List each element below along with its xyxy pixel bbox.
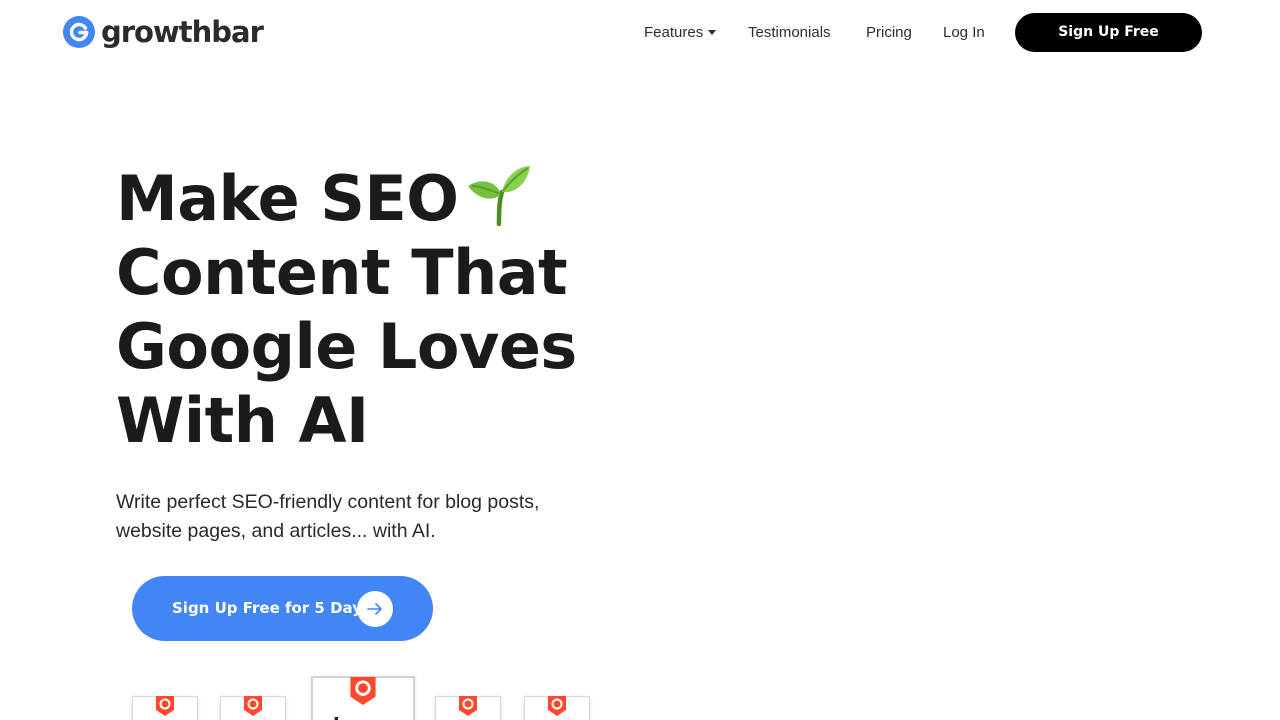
g2-badge-icon (350, 677, 376, 705)
hero-title-line-1: Make SEO (116, 162, 636, 236)
g2-badge (524, 696, 590, 720)
hero-title: Make SEO Content That Google Loves With … (116, 162, 636, 458)
nav-features-label: Features (644, 24, 704, 41)
g2-badge-icon (244, 696, 262, 716)
hero-subtitle: Write perfect SEO-friendly content for b… (116, 491, 540, 542)
caret-down-icon (708, 30, 717, 35)
hero-title-line-4: With AI (116, 384, 369, 457)
cta-signup-button[interactable]: Sign Up Free for 5 Days (132, 576, 433, 641)
g2-badge-icon (548, 696, 566, 716)
site-header: growthbar Features Testimonials Pricing … (0, 0, 1280, 66)
nav-pricing[interactable]: Pricing (866, 24, 912, 42)
nav-testimonials[interactable]: Testimonials (748, 24, 831, 42)
nav-features[interactable]: Features (644, 24, 717, 42)
badge-text: L (333, 714, 344, 720)
g2-badge (435, 696, 501, 720)
g2-badge (220, 696, 286, 720)
arrow-right-icon (357, 591, 393, 627)
g2-badge-featured: L (311, 676, 415, 720)
signup-button[interactable]: Sign Up Free (1015, 13, 1202, 52)
cta-label: Sign Up Free for 5 Days (172, 599, 371, 617)
g2-badge (132, 696, 198, 720)
hero-title-line-2: Content That (116, 236, 568, 309)
main-nav: Features Testimonials Pricing Log In Sig… (0, 0, 1280, 66)
nav-login[interactable]: Log In (943, 24, 985, 42)
g2-badges: L (0, 660, 640, 720)
g2-badge-icon (156, 696, 174, 716)
seedling-icon (468, 166, 531, 226)
hero-title-text-1: Make SEO (116, 162, 459, 235)
hero-title-line-3: Google Loves (116, 310, 577, 383)
g2-badge-icon (459, 696, 477, 716)
